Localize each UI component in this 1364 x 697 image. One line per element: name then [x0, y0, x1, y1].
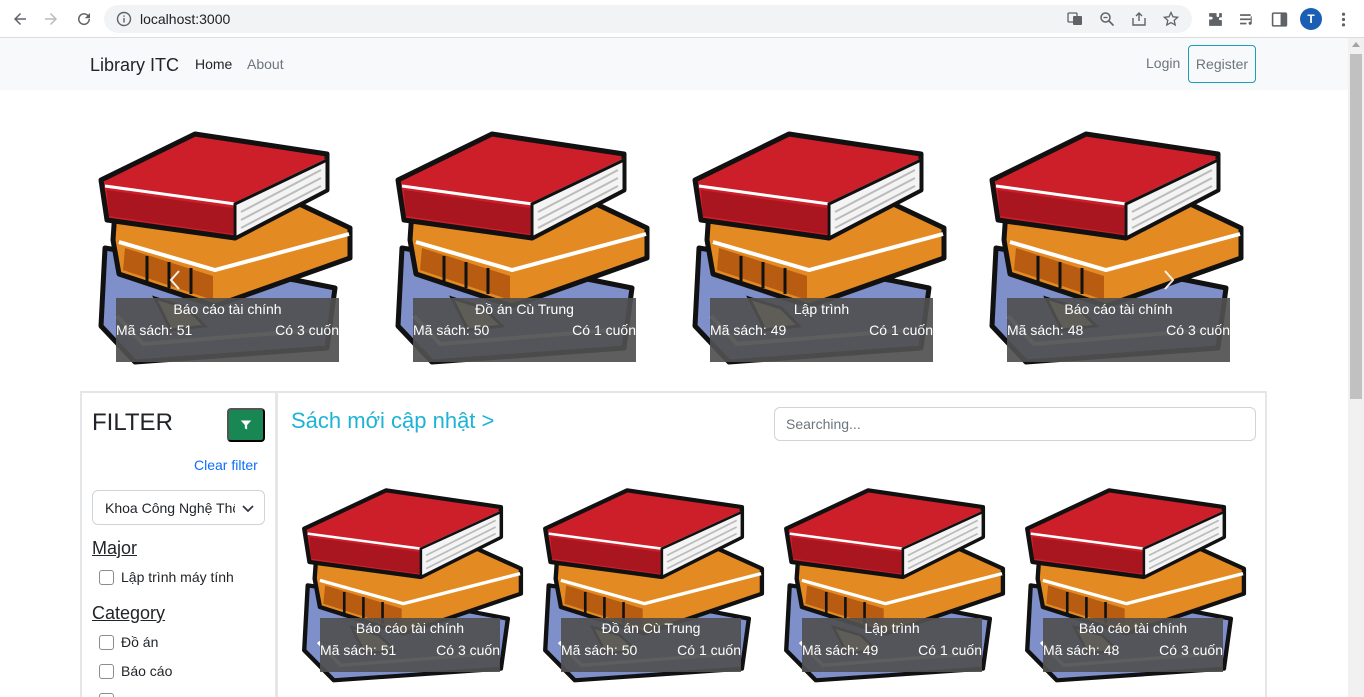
- carousel-prev-icon[interactable]: [167, 268, 183, 292]
- address-bar[interactable]: localhost:3000: [104, 5, 1192, 33]
- checkbox[interactable]: [99, 569, 114, 585]
- book-count: Có 1 cuốn: [918, 642, 982, 658]
- browser-chrome: localhost:3000 T: [0, 0, 1364, 38]
- book-code: Mã sách: 50: [561, 642, 638, 658]
- scrollbar-thumb[interactable]: [1350, 54, 1362, 399]
- book-caption: Đồ án Cù Trung Mã sách: 50 Có 1 cuốn: [561, 618, 741, 672]
- book-code: Mã sách: 51: [320, 642, 397, 658]
- book-count: Có 3 cuốn: [436, 642, 500, 658]
- carousel-slide[interactable]: Báo cáo tài chính Mã sách: 48 Có 3 cuốn: [986, 130, 1248, 370]
- book-card[interactable]: Báo cáo tài chính Mã sách: 48 Có 3 cuốn: [1022, 487, 1250, 687]
- book-title: Lập trình: [793, 301, 850, 317]
- book-card[interactable]: Lập trình Mã sách: 49 Có 1 cuốn: [781, 487, 1009, 687]
- profile-avatar[interactable]: T: [1300, 8, 1322, 30]
- brand-logo[interactable]: Library ITC: [90, 55, 179, 76]
- book-caption: Báo cáo tài chính Mã sách: 48 Có 3 cuốn: [1043, 618, 1223, 672]
- checkbox[interactable]: [99, 634, 114, 650]
- book-title: Đồ án Cù Trung: [475, 301, 574, 317]
- page-scrollbar[interactable]: [1348, 38, 1364, 697]
- category-checkbox-row[interactable]: Báo cáo: [99, 662, 172, 680]
- navbar: Library ITC Home About Login Register: [0, 38, 1348, 90]
- filter-sidebar: FILTER Clear filter Khoa Công Nghệ Thông…: [82, 393, 278, 697]
- filter-button[interactable]: [227, 408, 265, 442]
- info-icon[interactable]: [116, 11, 132, 27]
- search-input[interactable]: [774, 407, 1256, 441]
- checkbox[interactable]: [99, 692, 114, 697]
- major-checkbox-row[interactable]: Lập trình máy tính: [99, 568, 234, 586]
- category-checkbox-row[interactable]: [99, 691, 114, 697]
- book-code: Mã sách: 48: [1007, 322, 1084, 338]
- register-button[interactable]: Register: [1188, 45, 1256, 83]
- book-code: Mã sách: 51: [116, 322, 193, 338]
- new-books-heading[interactable]: Sách mới cập nhật >: [291, 408, 494, 434]
- faculty-select[interactable]: Khoa Công Nghệ Thông Tin: [92, 490, 265, 525]
- book-title: Báo cáo tài chính: [1078, 620, 1188, 636]
- category-heading: Category: [92, 603, 166, 623]
- checkbox[interactable]: [99, 663, 114, 679]
- book-card[interactable]: Báo cáo tài chính Mã sách: 51 Có 3 cuốn: [299, 487, 527, 687]
- book-count: Có 1 cuốn: [572, 322, 636, 338]
- extensions-puzzle-icon[interactable]: [1204, 8, 1226, 30]
- carousel-caption: Lập trình Mã sách: 49 Có 1 cuốn: [710, 298, 933, 362]
- carousel-caption: Đồ án Cù Trung Mã sách: 50 Có 1 cuốn: [413, 298, 636, 362]
- book-count: Có 3 cuốn: [275, 322, 339, 338]
- filter-title: FILTER: [92, 409, 173, 436]
- scroll-up-icon[interactable]: [1352, 42, 1360, 47]
- main-card: FILTER Clear filter Khoa Công Nghệ Thông…: [80, 391, 1267, 697]
- clear-filter-link[interactable]: Clear filter: [194, 457, 258, 473]
- more-menu-icon[interactable]: [1332, 8, 1354, 30]
- book-caption: Báo cáo tài chính Mã sách: 51 Có 3 cuốn: [320, 618, 500, 672]
- nav-link-home[interactable]: Home: [195, 56, 232, 72]
- book-count: Có 3 cuốn: [1159, 642, 1223, 658]
- bookmark-star-icon[interactable]: [1160, 9, 1182, 29]
- book-code: Mã sách: 50: [413, 322, 490, 338]
- book-title: Báo cáo tài chính: [355, 620, 465, 636]
- carousel-caption: Báo cáo tài chính Mã sách: 51 Có 3 cuốn: [116, 298, 339, 362]
- carousel-slide[interactable]: Báo cáo tài chính Mã sách: 51 Có 3 cuốn: [95, 130, 357, 370]
- carousel-next-icon[interactable]: [1161, 268, 1177, 292]
- book-code: Mã sách: 49: [710, 322, 787, 338]
- reading-list-icon[interactable]: [1236, 8, 1258, 30]
- checkbox-label[interactable]: Đồ án: [121, 634, 158, 650]
- book-code: Mã sách: 48: [1043, 642, 1120, 658]
- funnel-icon: [240, 420, 252, 430]
- share-icon[interactable]: [1128, 9, 1150, 29]
- major-heading: Major: [92, 538, 138, 558]
- chevron-down-icon: [242, 505, 254, 513]
- book-count: Có 1 cuốn: [869, 322, 933, 338]
- book-title: Đồ án Cù Trung: [601, 620, 701, 636]
- book-code: Mã sách: 49: [802, 642, 879, 658]
- back-arrow-icon[interactable]: [9, 8, 31, 30]
- side-panel-icon[interactable]: [1268, 8, 1290, 30]
- book-title: Báo cáo tài chính: [173, 301, 282, 317]
- page-viewport: Library ITC Home About Login Register Bá…: [0, 38, 1348, 697]
- book-caption: Lập trình Mã sách: 49 Có 1 cuốn: [802, 618, 982, 672]
- translate-icon[interactable]: [1064, 9, 1086, 29]
- carousel-slide[interactable]: Lập trình Mã sách: 49 Có 1 cuốn: [689, 130, 951, 370]
- book-title: Báo cáo tài chính: [1064, 301, 1173, 317]
- login-link[interactable]: Login: [1146, 55, 1180, 71]
- book-count: Có 3 cuốn: [1166, 322, 1230, 338]
- forward-arrow-icon[interactable]: [40, 8, 62, 30]
- book-carousel: Báo cáo tài chính Mã sách: 51 Có 3 cuốn …: [95, 130, 1255, 370]
- book-count: Có 1 cuốn: [677, 642, 741, 658]
- url-text[interactable]: localhost:3000: [140, 11, 230, 27]
- book-title: Lập trình: [864, 620, 920, 636]
- reload-icon[interactable]: [73, 8, 95, 30]
- zoom-icon[interactable]: [1096, 9, 1118, 29]
- nav-link-about[interactable]: About: [247, 56, 284, 72]
- book-card[interactable]: Đồ án Cù Trung Mã sách: 50 Có 1 cuốn: [540, 487, 768, 687]
- book-list-section: Sách mới cập nhật > Báo cáo tài chính Mã…: [281, 393, 1265, 697]
- carousel-caption: Báo cáo tài chính Mã sách: 48 Có 3 cuốn: [1007, 298, 1230, 362]
- faculty-select-value: Khoa Công Nghệ Thông Tin: [105, 500, 235, 516]
- checkbox-label[interactable]: Lập trình máy tính: [121, 569, 234, 585]
- checkbox-label[interactable]: Báo cáo: [121, 663, 172, 679]
- carousel-slide[interactable]: Đồ án Cù Trung Mã sách: 50 Có 1 cuốn: [392, 130, 654, 370]
- category-checkbox-row[interactable]: Đồ án: [99, 633, 158, 651]
